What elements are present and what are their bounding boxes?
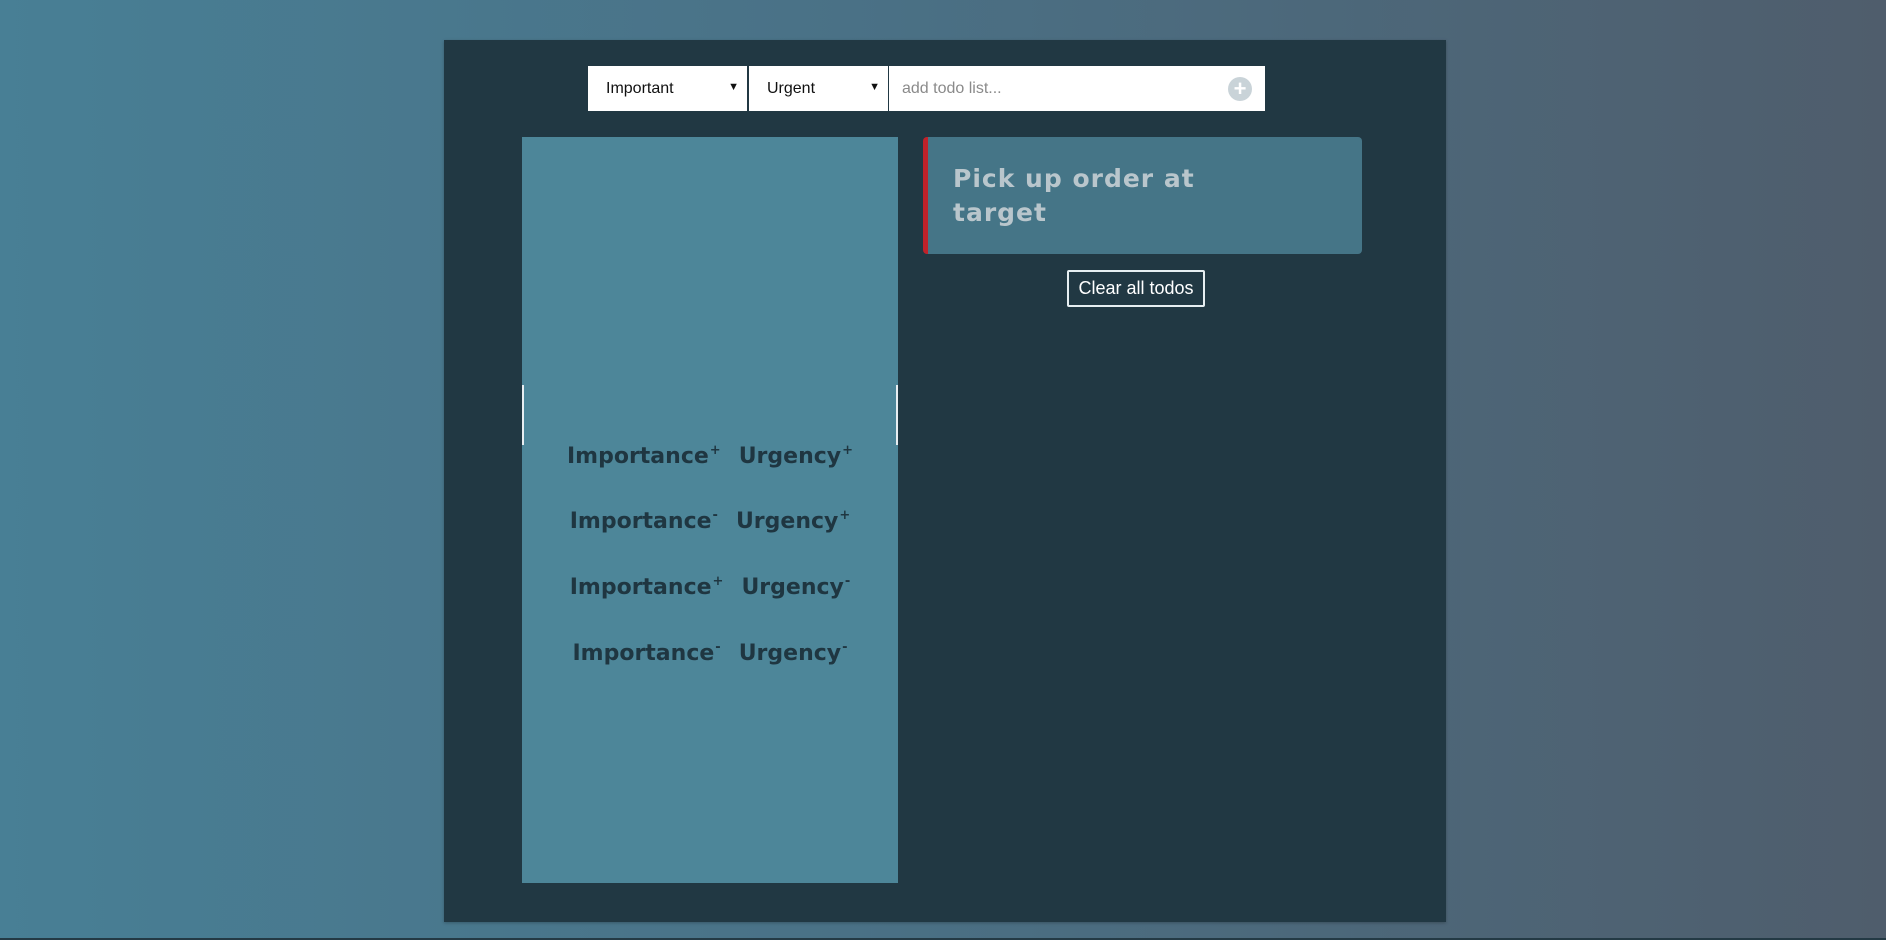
urgency-label: Urgency [735,509,839,534]
importance-label: Importance [569,575,712,600]
urgency-sign: - [844,574,851,589]
importance-label: Importance [566,444,709,469]
importance-sign: - [712,508,718,523]
importance-label: Importance [572,641,715,666]
urgency-sign: - [842,640,848,655]
urgency-sign: + [839,508,851,523]
todo-item-text: Pick up order at target [953,164,1195,227]
todo-toolbar: Important ▼ Urgent ▼ + [588,66,1265,111]
todo-item[interactable]: Pick up order at target [923,137,1362,254]
priority-row-important-noturgent[interactable]: Importance+ Urgency- [522,574,898,600]
todo-input[interactable] [889,66,1265,111]
caret-down-icon: ▼ [728,81,739,93]
urgency-label: Urgency [738,641,842,666]
panel-edge-right [896,385,898,445]
importance-sign: + [709,443,721,458]
priority-row-notimportant-noturgent[interactable]: Importance- Urgency- [522,640,898,666]
importance-label: Importance [569,509,712,534]
urgency-select[interactable]: Urgent ▼ [749,66,888,111]
importance-sign: - [715,640,721,655]
caret-down-icon: ▼ [869,81,880,93]
urgency-label: Urgency [738,444,842,469]
clear-all-button[interactable]: Clear all todos [1067,270,1205,307]
urgency-select-value: Urgent [767,79,816,97]
plus-circle-icon[interactable]: + [1228,77,1252,101]
urgency-sign: + [842,443,854,458]
panel-edge-left [522,385,524,445]
priority-row-important-urgent[interactable]: Importance+ Urgency+ [522,443,898,469]
importance-select-value: Important [606,79,674,97]
todo-input-wrapper: + [889,66,1265,111]
app-container: Important ▼ Urgent ▼ + Importance+Urgenc… [444,40,1446,922]
urgency-label: Urgency [741,575,844,600]
importance-select[interactable]: Important ▼ [588,66,747,111]
priority-row-notimportant-urgent[interactable]: Importance- Urgency+ [522,508,898,534]
priority-panel: Importance+ Urgency+ Importance- Urgency+ … [522,137,898,883]
importance-sign: + [712,574,724,589]
